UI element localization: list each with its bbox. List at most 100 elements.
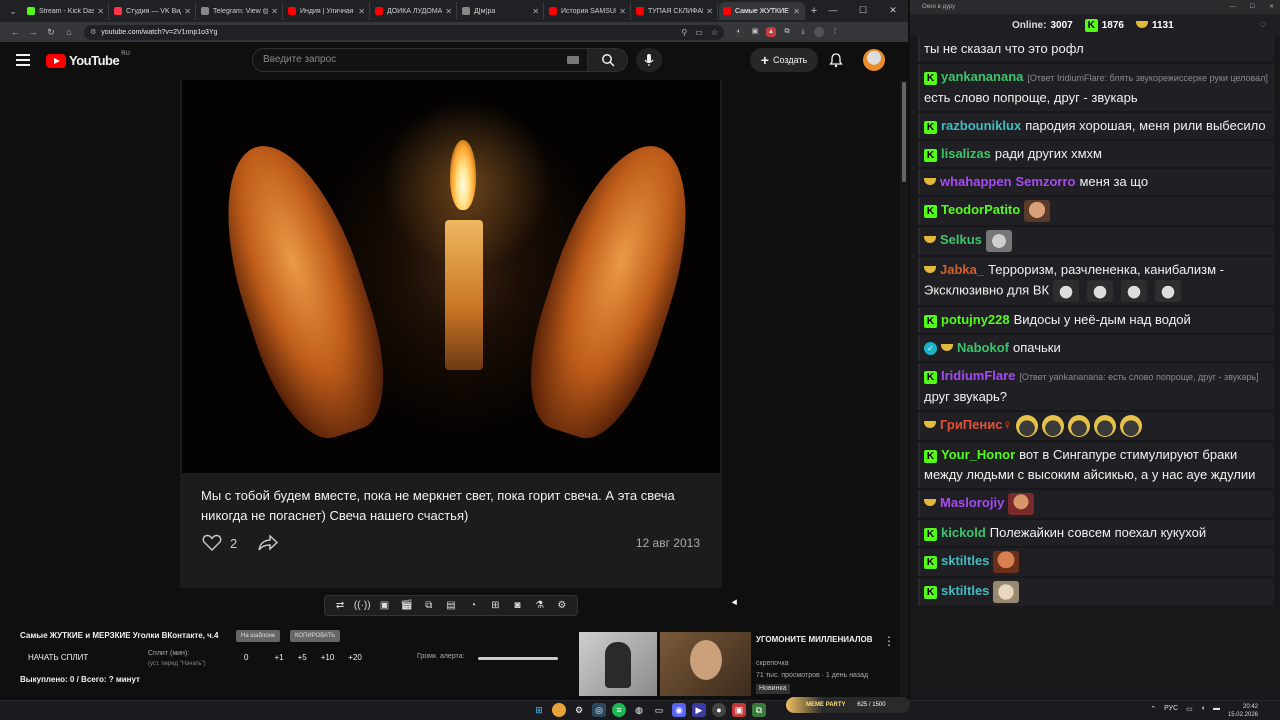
tab-close-icon[interactable]: ✕ bbox=[532, 7, 539, 16]
split-add-20[interactable]: +20 bbox=[348, 653, 362, 662]
minimize-icon[interactable]: — bbox=[1230, 0, 1236, 14]
heart-icon[interactable] bbox=[202, 534, 222, 552]
zoom-icon[interactable]: ⚲ bbox=[681, 28, 687, 37]
frames-icon[interactable]: ▤ bbox=[442, 600, 460, 611]
split-add-10[interactable]: +10 bbox=[321, 653, 335, 662]
chat-username[interactable]: Jabka_ bbox=[940, 262, 984, 277]
chat-username[interactable]: sktiltles bbox=[941, 583, 989, 598]
create-button[interactable]: + Создать bbox=[750, 48, 818, 72]
broadcast-icon[interactable]: ((·)) bbox=[353, 600, 371, 611]
chat-username[interactable]: ГриПенис♀ bbox=[940, 417, 1012, 432]
menu-icon[interactable] bbox=[16, 54, 30, 66]
mention[interactable]: Semzorro bbox=[1016, 174, 1076, 189]
chat-username[interactable]: kickold bbox=[941, 525, 986, 540]
tab-search-icon[interactable]: ⌄ bbox=[4, 3, 22, 19]
reload-icon[interactable]: ↻ bbox=[42, 27, 60, 38]
video-settings-icon[interactable]: ▣ bbox=[375, 600, 393, 611]
flask-icon[interactable]: ⚗ bbox=[531, 600, 549, 611]
split-value-0[interactable]: 0 bbox=[244, 653, 248, 662]
close-window-icon[interactable]: ✕ bbox=[878, 0, 908, 22]
browser-tab[interactable]: Telegram: View @ ✕ bbox=[197, 2, 283, 20]
volume-icon[interactable]: ◖ bbox=[1201, 705, 1205, 713]
bookmark-star-icon[interactable]: ☆ bbox=[711, 28, 718, 37]
extension-icon[interactable]: ▣ bbox=[750, 27, 760, 37]
battery-icon[interactable]: ▬ bbox=[1213, 705, 1220, 713]
back-icon[interactable]: ← bbox=[6, 27, 24, 37]
tab-close-icon[interactable]: ✕ bbox=[619, 7, 626, 16]
address-bar[interactable]: ⚙ youtube.com/watch?v=2V1nnp1o3Yg ⚲ ▭ ☆ bbox=[84, 24, 724, 40]
tab-close-icon[interactable]: ✕ bbox=[184, 7, 191, 16]
chat-username[interactable]: razbouniklux bbox=[941, 118, 1021, 133]
chat-username[interactable]: Selkus bbox=[940, 232, 982, 247]
windows-start-icon[interactable]: ⊞ bbox=[532, 703, 546, 717]
menu-kebab-icon[interactable]: ⋮ bbox=[830, 27, 840, 37]
reply-quote[interactable]: [Ответ yankananana: есть слово попроще, … bbox=[1019, 372, 1258, 382]
notifications-button[interactable] bbox=[826, 50, 846, 70]
tab-close-icon[interactable]: ✕ bbox=[97, 7, 104, 16]
browser-tab[interactable]: Самые ЖУТКИЕ ✕ bbox=[719, 2, 805, 20]
maximize-icon[interactable]: ☐ bbox=[848, 0, 878, 22]
browser-tab[interactable]: Студия — VK Видео✕ bbox=[110, 2, 196, 20]
chat-username[interactable]: TeodorPatito bbox=[941, 202, 1020, 217]
keyboard-icon[interactable] bbox=[567, 56, 579, 64]
app-icon[interactable]: ⧉ bbox=[752, 703, 766, 717]
browser-tab[interactable]: Stream - Kick Dash ✕ bbox=[23, 2, 109, 20]
settings-icon[interactable]: ⚙ bbox=[572, 703, 586, 717]
spotify-icon[interactable]: ≡ bbox=[612, 703, 626, 717]
site-info-icon[interactable]: ⚙ bbox=[90, 28, 96, 36]
chat-username[interactable]: Your_Honor bbox=[941, 447, 1015, 462]
search-button[interactable] bbox=[588, 48, 628, 72]
tab-close-icon[interactable]: ✕ bbox=[271, 7, 278, 16]
share-icon[interactable] bbox=[257, 534, 279, 552]
app-icon[interactable]: ▣ bbox=[732, 703, 746, 717]
extension-icon[interactable]: ▲ bbox=[766, 27, 776, 37]
start-split-button[interactable]: НАЧАТЬ СПЛИТ bbox=[28, 653, 88, 662]
clapper-icon[interactable]: 🎬︎ bbox=[398, 600, 416, 611]
browser-tab[interactable]: ДОЙКА ЛУДОМАН ✕ bbox=[371, 2, 457, 20]
add-screen-icon[interactable]: ⊞ bbox=[486, 600, 504, 611]
language-indicator[interactable]: РУС bbox=[1164, 705, 1178, 713]
chat-username[interactable]: IridiumFlare bbox=[941, 368, 1015, 383]
scrollbar-thumb[interactable] bbox=[902, 82, 906, 182]
meme-party-widget[interactable]: MEME PARTY 625 / 1500 bbox=[786, 697, 910, 713]
network-icon[interactable]: ▭ bbox=[1186, 705, 1193, 713]
video-thumbnail-right[interactable] bbox=[660, 632, 751, 696]
forward-icon[interactable]: → bbox=[24, 27, 42, 37]
loop-icon[interactable]: ⇄ bbox=[331, 600, 349, 611]
chrome-icon[interactable] bbox=[552, 703, 566, 717]
obs-icon[interactable]: ● bbox=[712, 703, 726, 717]
chat-username[interactable]: Maslorojiy bbox=[940, 495, 1004, 510]
picture-in-picture-icon[interactable]: ⧉ bbox=[420, 600, 438, 611]
clock[interactable]: 20:42 15.02.2026 bbox=[1228, 703, 1258, 719]
chat-username[interactable]: yankananana bbox=[941, 69, 1023, 84]
chat-username[interactable]: lisalizas bbox=[941, 146, 991, 161]
maximize-icon[interactable]: ☐ bbox=[1250, 0, 1255, 14]
search-input[interactable]: Введите запрос bbox=[252, 48, 588, 72]
profile-icon[interactable] bbox=[814, 27, 824, 37]
tab-close-icon[interactable]: ✕ bbox=[358, 7, 365, 16]
extension-icon[interactable]: ◐ bbox=[734, 27, 744, 37]
chat-username[interactable]: sktiltles bbox=[941, 553, 989, 568]
browser-tab[interactable]: Д[м]ра ✕ bbox=[458, 2, 544, 20]
tab-close-icon[interactable]: ✕ bbox=[793, 7, 800, 16]
voice-search-button[interactable] bbox=[636, 48, 662, 72]
account-avatar[interactable] bbox=[863, 49, 885, 71]
chat-settings-icon[interactable]: ◌ bbox=[1260, 19, 1266, 30]
extensions-puzzle-icon[interactable]: ⧉ bbox=[782, 27, 792, 37]
home-icon[interactable]: ⌂ bbox=[60, 27, 78, 37]
youtube-logo[interactable]: YouTube RU bbox=[46, 51, 130, 68]
chat-username[interactable]: whahappen bbox=[940, 174, 1012, 189]
recommended-title[interactable]: УГОМОНИТЕ МИЛЛЕНИАЛОВ bbox=[756, 634, 876, 646]
tray-chevron-icon[interactable]: ⌃ bbox=[1150, 705, 1156, 713]
camera-icon[interactable]: ◙ bbox=[508, 600, 526, 611]
tab-close-icon[interactable]: ✕ bbox=[706, 7, 713, 16]
chat-username[interactable]: Nabokof bbox=[957, 340, 1009, 355]
copy-button[interactable]: КОПИРОВАТЬ bbox=[290, 630, 341, 642]
app-icon[interactable]: ▭ bbox=[652, 703, 666, 717]
download-icon[interactable]: ⤓ bbox=[798, 27, 808, 37]
app-icon[interactable]: ◍ bbox=[632, 703, 646, 717]
gear-icon[interactable]: ⚙ bbox=[553, 600, 571, 611]
browser-tab[interactable]: Индия | Уличная ✕ bbox=[284, 2, 370, 20]
recommended-video[interactable]: УГОМОНИТЕ МИЛЛЕНИАЛОВ скрепочка 71 тыс. … bbox=[579, 632, 899, 696]
alert-volume-slider[interactable] bbox=[478, 657, 558, 660]
